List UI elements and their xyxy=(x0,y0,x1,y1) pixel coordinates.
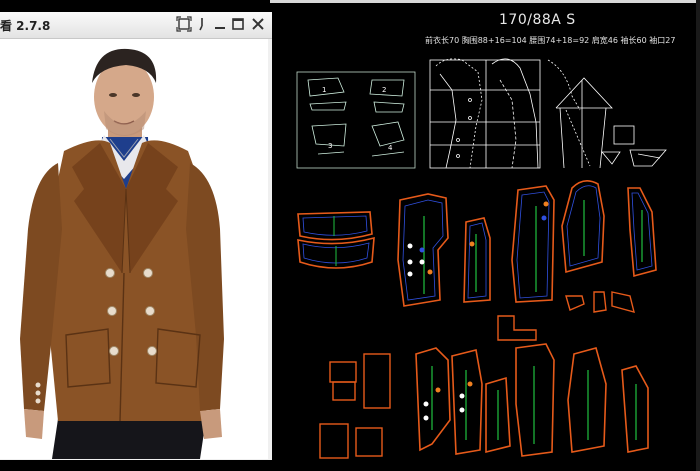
image-viewer-window: 看 2.7.8 xyxy=(0,12,272,460)
collar-piece-upper[interactable] xyxy=(297,211,373,241)
lining-small-pieces[interactable] xyxy=(319,353,391,459)
lining-back-piece[interactable] xyxy=(485,376,511,454)
sketch-label-2: 2 xyxy=(382,86,386,94)
back-panel-piece[interactable] xyxy=(511,185,555,303)
draft-front-back-diagram xyxy=(429,58,581,169)
draft-sleeve-diagram xyxy=(555,77,667,169)
reference-sketch-box xyxy=(296,71,416,169)
maximize-icon[interactable] xyxy=(230,16,246,32)
side-panel-piece[interactable] xyxy=(463,217,491,303)
lining-sleeve-under[interactable] xyxy=(621,365,649,453)
lining-front-piece[interactable] xyxy=(415,347,451,452)
canvas-edge xyxy=(696,0,700,471)
small-facing-pieces[interactable] xyxy=(497,291,635,341)
sleeve-under-piece[interactable] xyxy=(627,187,657,278)
sketch-label-3: 3 xyxy=(328,142,332,150)
app-title: 看 2.7.8 xyxy=(0,19,51,33)
sleeve-upper-piece[interactable] xyxy=(561,180,605,274)
product-photo xyxy=(0,39,268,459)
sketch-label-1: 1 xyxy=(322,86,326,94)
fit-window-icon[interactable] xyxy=(176,16,192,32)
measurement-line: 前衣长70 胸围88+16=104 腰围74+18=92 肩宽46 袖长60 袖… xyxy=(425,36,676,45)
close-icon[interactable] xyxy=(250,16,266,32)
size-title: 170/88A S xyxy=(499,12,576,28)
viewer-titlebar[interactable]: 看 2.7.8 xyxy=(0,12,272,39)
front-panel-piece[interactable] xyxy=(397,193,449,307)
sketch-label-4: 4 xyxy=(388,144,393,152)
lining-center-back-piece[interactable] xyxy=(515,343,555,457)
lining-sleeve-upper[interactable] xyxy=(567,347,607,453)
minimize-icon[interactable] xyxy=(212,16,228,32)
pin-icon[interactable] xyxy=(196,16,212,32)
collar-piece-lower[interactable] xyxy=(297,236,375,269)
lining-side-piece[interactable] xyxy=(451,349,483,455)
